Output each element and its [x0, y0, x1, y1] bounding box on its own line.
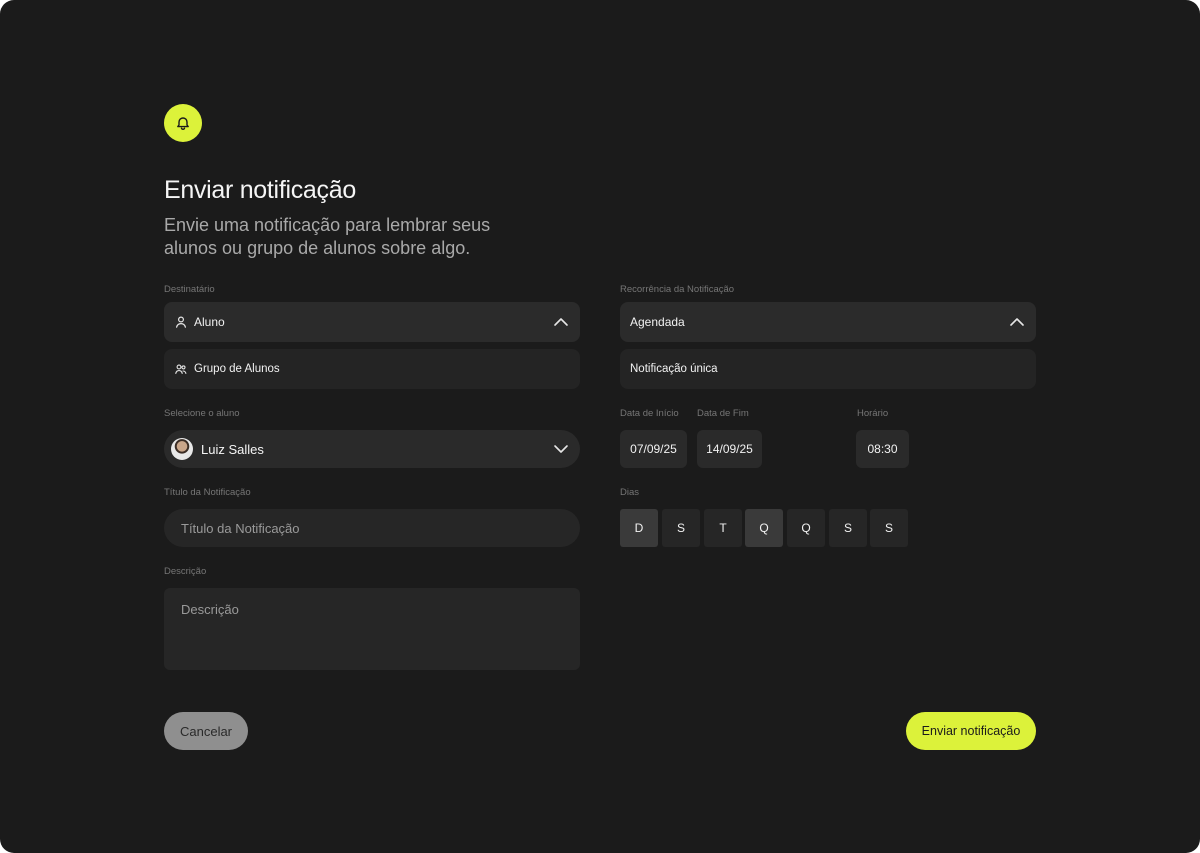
- day-toggle-friday[interactable]: S: [829, 509, 867, 547]
- chevron-down-icon[interactable]: [552, 440, 570, 458]
- notification-dialog: Enviar notificação Envie uma notificação…: [0, 0, 1200, 853]
- start-date-input[interactable]: 07/09/25: [620, 430, 687, 468]
- student-select[interactable]: Luiz Salles: [164, 430, 580, 468]
- cancel-button[interactable]: Cancelar: [164, 712, 248, 750]
- recipient-select[interactable]: Aluno: [164, 302, 580, 342]
- page-title: Enviar notificação: [164, 176, 356, 204]
- day-toggle-saturday[interactable]: S: [870, 509, 908, 547]
- recipient-option-group[interactable]: Grupo de Alunos: [164, 349, 580, 389]
- recipient-option-label: Grupo de Alunos: [194, 363, 280, 375]
- chevron-up-icon[interactable]: [552, 313, 570, 331]
- day-toggle-thursday[interactable]: Q: [787, 509, 825, 547]
- user-icon: [174, 315, 188, 329]
- time-label: Horário: [857, 408, 889, 419]
- recurrence-label: Recorrência da Notificação: [620, 284, 735, 295]
- description-label: Descrição: [164, 566, 207, 577]
- day-toggle-monday[interactable]: S: [662, 509, 700, 547]
- avatar: [171, 438, 193, 460]
- recurrence-selected: Agendada: [630, 315, 685, 329]
- time-input[interactable]: 08:30: [856, 430, 909, 468]
- recurrence-select[interactable]: Agendada: [620, 302, 1036, 342]
- start-date-label: Data de Início: [620, 408, 679, 419]
- end-date-input[interactable]: 14/09/25: [697, 430, 762, 468]
- notification-title-label: Título da Notificação: [164, 487, 251, 498]
- users-icon: [174, 362, 188, 376]
- chevron-up-icon[interactable]: [1008, 313, 1026, 331]
- send-notification-button[interactable]: Enviar notificação: [906, 712, 1036, 750]
- recipient-label: Destinatário: [164, 284, 215, 295]
- days-label: Dias: [620, 487, 640, 498]
- recurrence-option-single[interactable]: Notificação única: [620, 349, 1036, 389]
- page-subtitle: Envie uma notificação para lembrar seus …: [164, 215, 491, 258]
- student-selected: Luiz Salles: [201, 441, 264, 457]
- recipient-selected: Aluno: [194, 315, 225, 329]
- description-textarea[interactable]: Descrição: [164, 588, 580, 670]
- day-toggle-tuesday[interactable]: T: [704, 509, 742, 547]
- day-toggle-wednesday[interactable]: Q: [745, 509, 783, 547]
- notification-title-input[interactable]: Título da Notificação: [164, 509, 580, 547]
- student-label: Selecione o aluno: [164, 408, 240, 419]
- end-date-label: Data de Fim: [697, 408, 749, 419]
- bell-icon: [164, 104, 202, 142]
- day-toggle-sunday[interactable]: D: [620, 509, 658, 547]
